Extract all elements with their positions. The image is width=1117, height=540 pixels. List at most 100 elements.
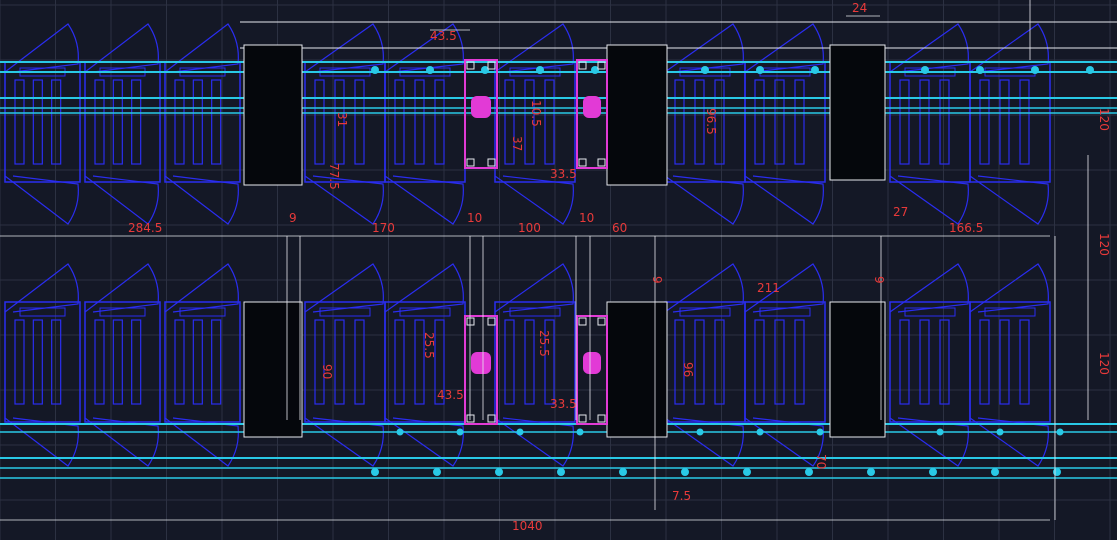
support-block — [829, 301, 886, 438]
dimension-label: 10.5 — [529, 100, 543, 127]
roller — [495, 468, 503, 476]
slot — [211, 319, 222, 405]
slot — [131, 79, 142, 165]
dimension-label: 7.5 — [672, 489, 691, 503]
slot — [414, 79, 425, 165]
slot — [112, 319, 123, 405]
device-bolt — [466, 158, 475, 167]
dimension-label: 33.5 — [550, 397, 577, 411]
dimension-label: 9 — [289, 211, 297, 225]
device-bolt — [487, 414, 496, 423]
slot — [694, 79, 705, 165]
roller — [619, 468, 627, 476]
cad-drawing-canvas: 43.5 24 10.5 37 31 77.5 33.5 96.5 27 120… — [0, 0, 1117, 540]
dimension-label: 211 — [757, 281, 780, 295]
slot — [714, 319, 725, 405]
roller — [1053, 468, 1061, 476]
device-bolt — [578, 158, 587, 167]
slot-cap — [759, 307, 811, 317]
dimension-label: 10 — [579, 211, 594, 225]
dimension-label: 24 — [852, 1, 867, 15]
roller — [1031, 66, 1039, 74]
slot — [192, 319, 203, 405]
slot — [754, 319, 765, 405]
support-block — [829, 44, 886, 181]
slot — [174, 79, 185, 165]
flap-top — [84, 263, 159, 313]
slot — [504, 79, 515, 165]
dimension-label: 166.5 — [949, 221, 983, 235]
dimension-label: 284.5 — [128, 221, 162, 235]
roller — [557, 468, 565, 476]
device-bolt — [466, 61, 475, 70]
slot — [1019, 79, 1030, 165]
slot — [919, 319, 930, 405]
slot — [674, 79, 685, 165]
dimension-label: 120 — [1097, 108, 1111, 131]
flap-bottom — [494, 175, 574, 225]
slot — [14, 79, 25, 165]
equipment-outlines — [4, 23, 1051, 467]
device-core — [471, 352, 491, 374]
dimension-label: 37 — [510, 136, 524, 151]
slot — [14, 319, 25, 405]
slot — [314, 319, 325, 405]
roller — [696, 428, 704, 436]
device-core — [471, 96, 491, 118]
roller — [976, 66, 984, 74]
flap-bottom — [664, 175, 744, 225]
device-bolt — [578, 414, 587, 423]
slot — [939, 319, 950, 405]
flap-bottom — [304, 175, 384, 225]
roller — [536, 66, 544, 74]
dimension-label: 9 — [872, 276, 886, 284]
slot — [544, 79, 555, 165]
support-block — [243, 301, 303, 438]
slot-cap — [99, 307, 146, 317]
roller — [743, 468, 751, 476]
flap-top — [84, 23, 159, 73]
slot — [899, 319, 910, 405]
slot — [354, 79, 365, 165]
device-bolt — [597, 317, 606, 326]
slot — [174, 319, 185, 405]
device-bolt — [487, 317, 496, 326]
device-bolt — [466, 317, 475, 326]
dimension-label: 1040 — [512, 519, 543, 533]
dimension-label: 43.5 — [430, 29, 457, 43]
device-bolt — [466, 414, 475, 423]
roller — [371, 468, 379, 476]
slot — [51, 79, 62, 165]
slot — [899, 79, 910, 165]
flap-bottom — [744, 175, 824, 225]
dimension-label: 10 — [467, 211, 482, 225]
slot — [112, 79, 123, 165]
slot — [211, 79, 222, 165]
roller — [921, 66, 929, 74]
roller — [1056, 428, 1064, 436]
dimension-label: 77.5 — [327, 163, 341, 190]
device-bolt — [487, 158, 496, 167]
roller — [426, 66, 434, 74]
slot — [334, 319, 345, 405]
slot — [434, 79, 445, 165]
device-bolt — [597, 61, 606, 70]
roller — [433, 468, 441, 476]
device-core — [583, 352, 601, 374]
slot — [939, 79, 950, 165]
roller — [756, 66, 764, 74]
support-block — [606, 44, 668, 186]
slot — [1019, 319, 1030, 405]
dimension-label: 120 — [1097, 233, 1111, 256]
flap-top — [494, 263, 574, 313]
roller — [1086, 66, 1094, 74]
slot — [774, 79, 785, 165]
roller — [867, 468, 875, 476]
flap-top — [969, 263, 1049, 313]
slot — [999, 79, 1010, 165]
slot — [354, 319, 365, 405]
dimension-label: 170 — [372, 221, 395, 235]
roller — [929, 468, 937, 476]
slot — [504, 319, 515, 405]
dimension-label: 27 — [893, 205, 908, 219]
